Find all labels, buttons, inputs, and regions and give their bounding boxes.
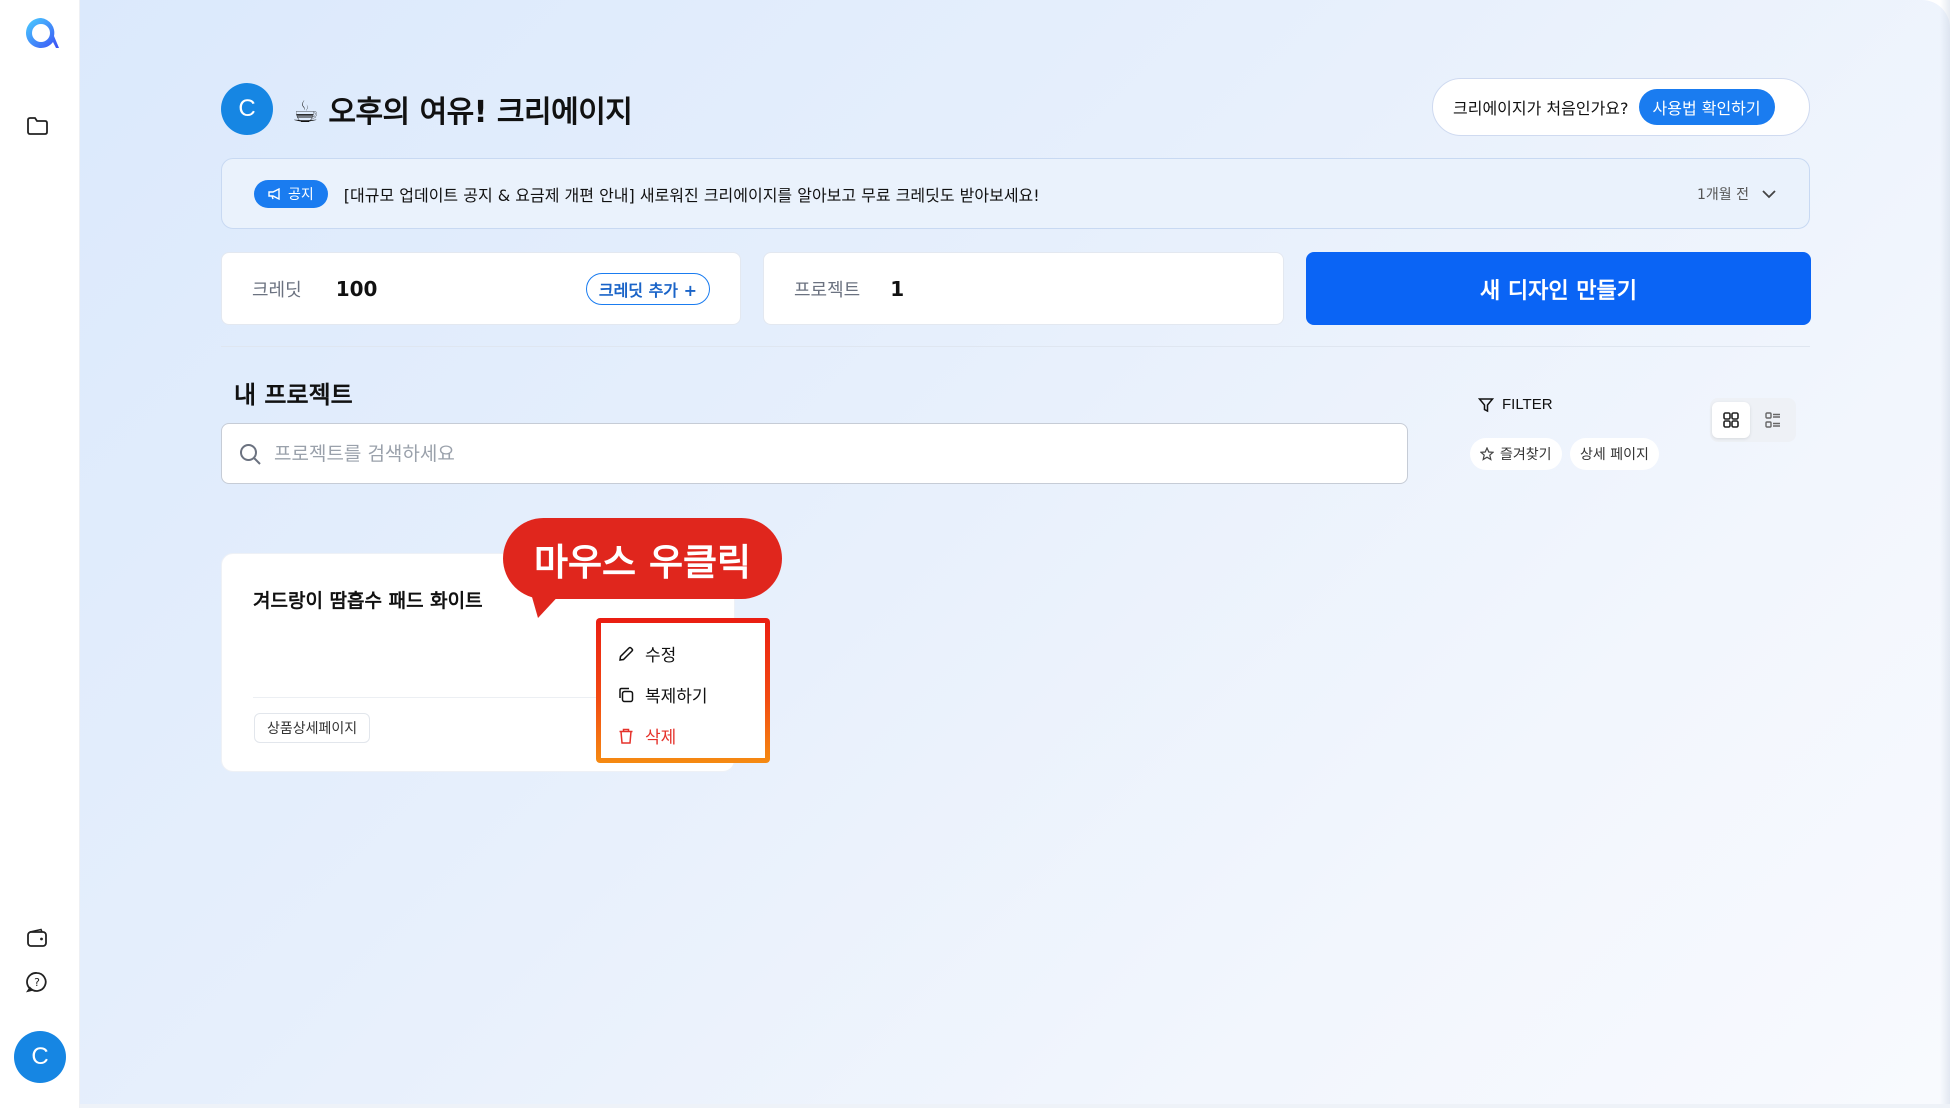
search-input[interactable]	[274, 442, 1274, 465]
credit-card: 크레딧 100 크레딧 추가 +	[221, 252, 741, 325]
menu-item-delete[interactable]: 삭제	[601, 715, 765, 756]
search-box	[221, 423, 1408, 484]
project-count-value: 1	[890, 276, 905, 301]
filter-icon	[1478, 397, 1494, 412]
menu-item-edit[interactable]: 수정	[601, 633, 765, 674]
copy-icon	[619, 687, 634, 702]
project-tag: 상품상세페이지	[254, 713, 371, 743]
bottom-edge	[80, 1104, 1950, 1108]
chip-favorites[interactable]: 즐겨찾기	[1470, 438, 1562, 470]
project-count-card: 프로젝트 1	[763, 252, 1284, 325]
menu-item-duplicate-label: 복제하기	[645, 687, 708, 707]
context-menu: 수정 복제하기 삭제	[596, 618, 770, 763]
trash-icon	[619, 728, 633, 744]
page-edge	[1940, 0, 1950, 1108]
grid-view-button[interactable]	[1712, 402, 1750, 438]
grid-icon	[1723, 412, 1739, 428]
context-menu-list: 수정 복제하기 삭제	[601, 623, 765, 758]
section-title: 내 프로젝트	[234, 381, 353, 409]
list-icon	[1765, 412, 1780, 428]
chip-favorites-label: 즐겨찾기	[1500, 447, 1552, 463]
user-avatar[interactable]: C	[14, 1031, 66, 1083]
help-chat-icon[interactable]: ?	[24, 969, 50, 995]
header-avatar: C	[221, 83, 273, 135]
how-to-use-button[interactable]: 사용법 확인하기	[1638, 89, 1775, 125]
divider	[221, 346, 1810, 347]
notice-time: 1개월 전	[1697, 186, 1749, 203]
chevron-down-icon[interactable]	[1761, 189, 1777, 199]
sidebar: ? C	[0, 0, 80, 1108]
menu-item-edit-label: 수정	[645, 646, 677, 666]
notice-badge-label: 공지	[288, 186, 314, 203]
notice-bar[interactable]: 공지 [대규모 업데이트 공지 & 요금제 개편 안내] 새로워진 크리에이지를…	[221, 158, 1810, 229]
credit-label: 크레딧	[252, 279, 302, 301]
list-view-button[interactable]	[1754, 402, 1792, 438]
notice-badge: 공지	[254, 179, 328, 208]
wallet-icon[interactable]	[24, 925, 50, 951]
view-toggle	[1710, 398, 1796, 442]
add-credit-button[interactable]: 크레딧 추가 +	[585, 273, 710, 305]
filter-label: FILTER	[1502, 396, 1553, 413]
greeting-title: ☕ 오후의 여유! 크리에이지	[292, 95, 633, 130]
chip-detail-page-label: 상세 페이지	[1580, 447, 1649, 463]
annotation-bubble: 마우스 우클릭	[503, 518, 782, 599]
annotation-bubble-tail	[530, 590, 564, 618]
help-text: 크리에이지가 처음인가요?	[1453, 99, 1629, 118]
filter-button[interactable]: FILTER	[1478, 396, 1553, 413]
project-count-label: 프로젝트	[794, 279, 861, 301]
project-title: 겨드랑이 땀흡수 패드 화이트	[253, 590, 483, 612]
folder-icon[interactable]	[24, 113, 50, 139]
new-design-button[interactable]: 새 디자인 만들기	[1306, 252, 1811, 325]
help-banner: 크리에이지가 처음인가요? 사용법 확인하기	[1432, 78, 1810, 136]
credit-value: 100	[335, 276, 378, 301]
menu-item-duplicate[interactable]: 복제하기	[601, 674, 765, 715]
svg-text:?: ?	[34, 976, 40, 989]
star-icon	[1480, 447, 1494, 461]
app-logo[interactable]	[22, 14, 60, 52]
chip-detail-page[interactable]: 상세 페이지	[1570, 438, 1659, 470]
megaphone-icon	[268, 187, 280, 200]
pencil-icon	[619, 646, 634, 661]
search-icon	[240, 443, 261, 465]
menu-item-delete-label: 삭제	[645, 728, 677, 748]
notice-text: [대규모 업데이트 공지 & 요금제 개편 안내] 새로워진 크리에이지를 알아…	[343, 185, 1040, 205]
